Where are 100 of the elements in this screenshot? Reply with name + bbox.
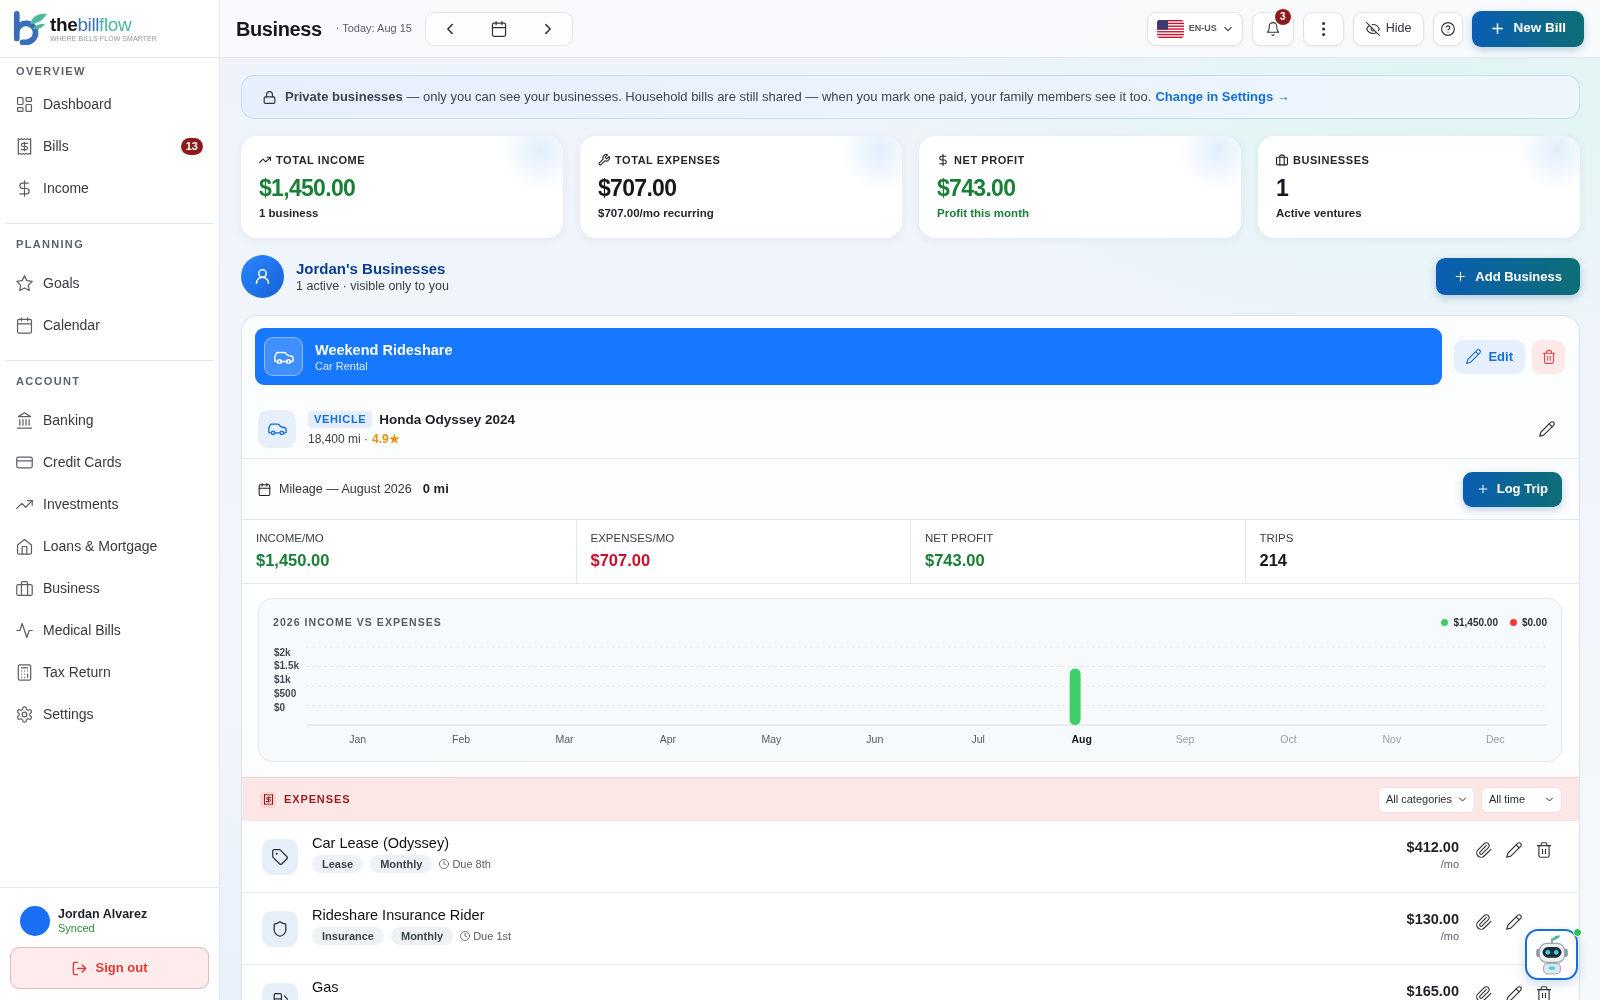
nav-item[interactable]: Bills 13 — [0, 125, 219, 167]
card-note: 1 business — [259, 206, 320, 220]
expense-amount: $165.00 — [1406, 983, 1459, 999]
nav-item[interactable]: Investments — [0, 483, 219, 525]
pencil-icon — [1506, 914, 1522, 930]
stat-label: INCOME/MO — [256, 531, 325, 545]
user-name: Jordan Alvarez — [58, 907, 148, 922]
card-note: Active ventures — [1276, 206, 1363, 220]
due-date: Due 8th — [452, 856, 491, 872]
nav-item[interactable]: Tax Return — [0, 651, 219, 693]
briefcase-icon — [1276, 154, 1288, 166]
hide-button[interactable]: Hide — [1352, 11, 1425, 46]
receipt-icon — [260, 791, 276, 808]
month-label: Apr — [659, 733, 677, 745]
calculator-icon — [16, 663, 33, 681]
house-icon — [16, 537, 33, 555]
star-icon — [16, 274, 33, 292]
assistant-button[interactable] — [1525, 929, 1578, 980]
new-bill-button[interactable]: New Bill — [1472, 10, 1584, 47]
nav-item[interactable]: Medical Bills — [0, 609, 219, 651]
expense-amount: $412.00 — [1406, 839, 1459, 855]
y-axis-label: $1.5k — [274, 660, 300, 672]
section-title: EXPENSES — [284, 792, 351, 808]
stat-label: TRIPS — [1259, 531, 1295, 545]
plus-icon — [1476, 483, 1489, 495]
pencil-icon — [1506, 842, 1522, 858]
y-axis-label: $0 — [274, 701, 286, 713]
stat-label: NET PROFIT — [925, 531, 995, 545]
add-business-button[interactable]: Add Business — [1436, 258, 1580, 295]
nav-item[interactable]: Calendar — [0, 304, 219, 346]
vehicle-name: Honda Odyssey 2024 — [379, 410, 516, 428]
notifications-button[interactable]: 3 — [1251, 11, 1294, 46]
pencil-icon — [1539, 420, 1555, 437]
edit-button[interactable]: Edit — [1454, 339, 1525, 374]
card-value: 1 — [1276, 174, 1290, 202]
dollar-icon — [16, 179, 33, 197]
y-axis-label: $1k — [274, 674, 291, 686]
eye-off-icon — [1365, 21, 1380, 36]
stat-label: EXPENSES/MO — [590, 531, 676, 545]
logo-wordmark: thebillflow — [50, 14, 133, 34]
card-label: TOTAL INCOME — [276, 153, 366, 167]
card-label: BUSINESSES — [1293, 153, 1370, 167]
business-type: Car Rental — [315, 358, 369, 373]
today-date: · Today: Aug 15 — [335, 21, 412, 37]
nav-item[interactable]: Credit Cards — [0, 441, 219, 483]
month-label: Feb — [452, 733, 471, 745]
notification-count: 3 — [1274, 8, 1291, 25]
odometer: 18,400 mi · — [308, 431, 369, 447]
trash-icon — [1536, 842, 1552, 858]
legend-label: $1,450.00 — [1453, 615, 1498, 630]
business-name: Weekend Rideshare — [315, 340, 453, 359]
month-label: Mar — [555, 733, 574, 745]
pencil-icon — [1506, 986, 1522, 1000]
vehicle-tag: VEHICLE — [308, 410, 373, 428]
calendar-icon — [491, 20, 507, 37]
month-label: Oct — [1280, 733, 1297, 745]
time-filter[interactable]: All time — [1482, 787, 1561, 812]
nav-item[interactable]: Settings — [0, 693, 219, 735]
stat-value: 214 — [1259, 550, 1289, 570]
month-label: Dec — [1485, 733, 1505, 745]
paperclip-icon — [1476, 842, 1492, 858]
help-button[interactable] — [1433, 11, 1464, 46]
expense-tag: Lease — [312, 855, 364, 873]
nav-item[interactable]: Income — [0, 167, 219, 209]
month-label: Sep — [1175, 733, 1195, 745]
sign-out-button[interactable]: Sign out — [10, 947, 209, 989]
nav-item[interactable]: Banking — [0, 399, 219, 441]
user-avatar-icon — [241, 255, 284, 298]
y-axis-label: $2k — [274, 646, 291, 658]
settings-link[interactable]: Change in Settings → — [1155, 87, 1290, 107]
stat-value: $707.00 — [590, 550, 652, 570]
trash-icon — [1541, 349, 1556, 364]
business-banner[interactable]: Weekend Rideshare Car Rental — [255, 328, 1443, 385]
bank-icon — [16, 411, 33, 429]
month-label: Jan — [349, 733, 367, 745]
category-filter[interactable]: All categories — [1378, 787, 1474, 812]
legend-label: $0.00 — [1521, 615, 1547, 630]
month-label: May — [761, 733, 782, 745]
unread-count: 13 — [180, 137, 203, 155]
expense-amount: $130.00 — [1406, 911, 1459, 927]
log-trip-button[interactable]: Log Trip — [1462, 471, 1562, 507]
card-note: Profit this month — [937, 206, 1030, 220]
section-label: ACCOUNT — [15, 374, 82, 388]
language-selector[interactable]: EN-US — [1146, 11, 1243, 46]
card-label: TOTAL EXPENSES — [615, 153, 721, 167]
help-icon — [1441, 21, 1456, 36]
pulse-icon — [16, 621, 33, 639]
nav-item[interactable]: Business — [0, 567, 219, 609]
bell-icon — [1265, 21, 1280, 36]
car-icon — [264, 337, 303, 376]
expense-tag: Monthly — [390, 927, 454, 945]
log-out-icon — [71, 960, 87, 976]
expense-name: Car Lease (Odyssey) — [312, 834, 450, 852]
chart-bar — [1069, 668, 1081, 725]
chart-title: 2026 INCOME VS EXPENSES — [273, 615, 442, 629]
nav-item[interactable]: Dashboard — [0, 83, 219, 125]
expense-tag: Monthly — [370, 855, 433, 873]
section-label: PLANNING — [15, 237, 85, 251]
nav-item[interactable]: Loans & Mortgage — [0, 525, 219, 567]
nav-item[interactable]: Goals — [0, 262, 219, 304]
